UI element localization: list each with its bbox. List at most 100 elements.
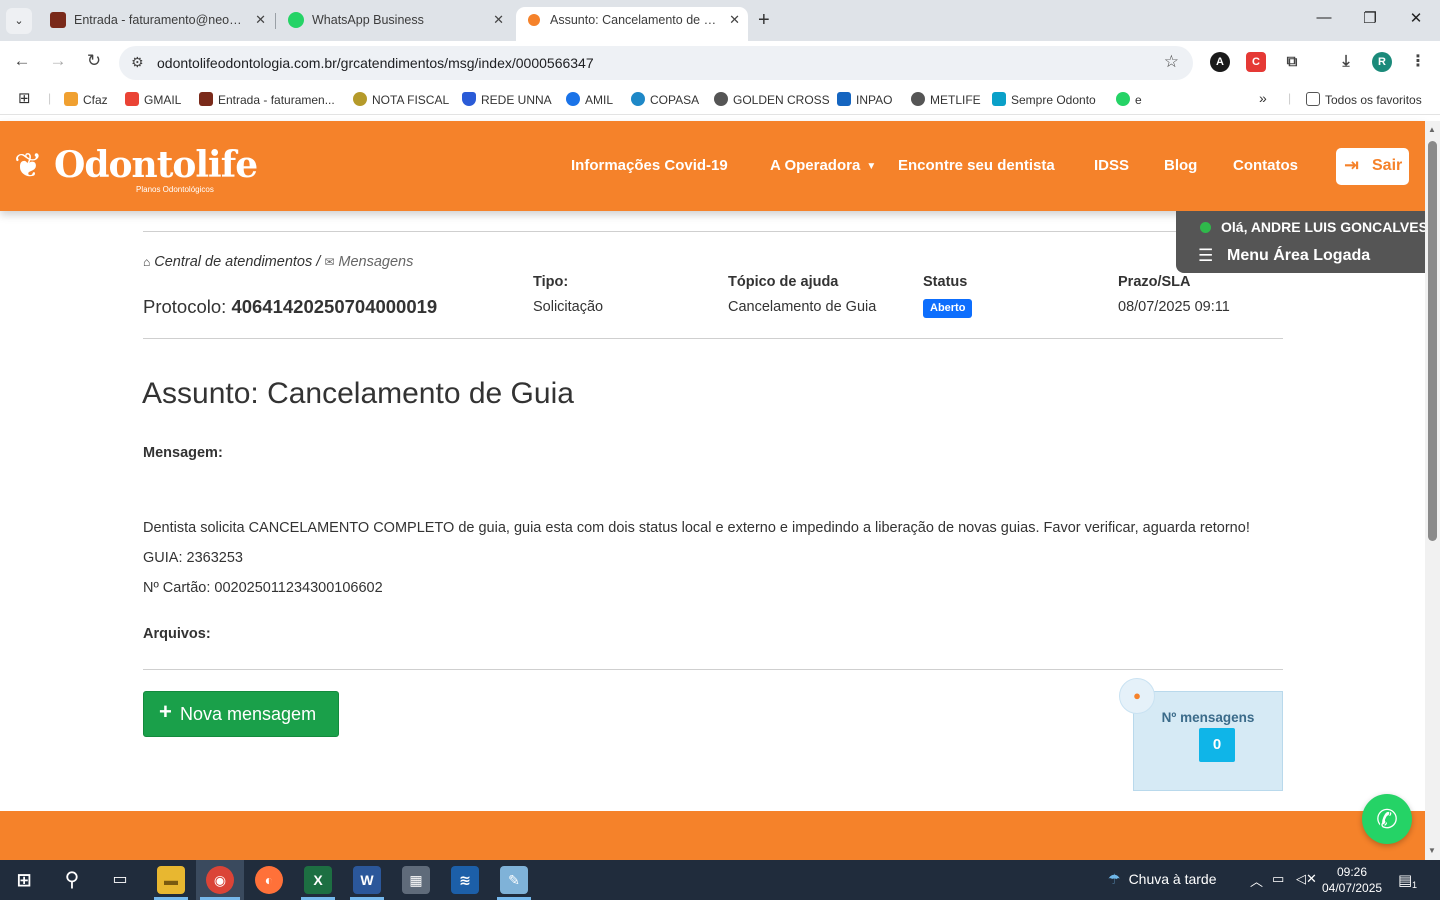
- back-icon[interactable]: ←: [10, 51, 34, 71]
- bookmark-star-icon[interactable]: ☆: [1164, 52, 1179, 72]
- logo-text: Odontolife: [54, 144, 258, 186]
- weather-text: Chuva à tarde: [1128, 871, 1217, 887]
- menu-area-logada[interactable]: Menu Área Logada: [1227, 247, 1370, 265]
- tab-search-icon[interactable]: ⌄: [6, 8, 32, 34]
- nav-covid[interactable]: Informações Covid-19: [571, 157, 728, 174]
- firefox-icon[interactable]: ◐: [255, 866, 283, 894]
- close-tab-icon[interactable]: ✕: [493, 7, 504, 33]
- page-title: Assunto: Cancelamento de Guia: [142, 377, 574, 410]
- bookmark-golden-cross[interactable]: GOLDEN CROSS: [714, 92, 830, 107]
- nav-operadora[interactable]: A Operadora ▼: [770, 157, 876, 174]
- all-bookmarks[interactable]: Todos os favoritos: [1306, 92, 1422, 107]
- bookmark-cfaz[interactable]: Cfaz: [64, 92, 108, 107]
- odontolife-logo[interactable]: ❦ Odontolife Planos Odontológicos: [14, 143, 258, 195]
- breadcrumb: ⌂ Central de atendimentos / ✉ Mensagens: [143, 254, 413, 270]
- nav-contatos[interactable]: Contatos: [1233, 157, 1298, 174]
- arquivos-label: Arquivos:: [143, 626, 211, 642]
- envelope-icon: ✉: [324, 255, 335, 269]
- breadcrumb-current: Mensagens: [338, 254, 414, 270]
- tab-gmail[interactable]: Entrada - faturamento@neorad ✕: [40, 7, 274, 41]
- page-scrollbar[interactable]: ▲ ▼: [1425, 121, 1440, 860]
- tipo-label: Tipo:: [533, 274, 569, 290]
- forward-icon[interactable]: →: [46, 51, 70, 71]
- cfaz-icon: [64, 92, 78, 106]
- bookmark-entrada[interactable]: Entrada - faturamen...: [199, 92, 335, 107]
- windows-taskbar: ⊞ ⚲ ▭ ▬ ◉ ◐ X W ▦ ≋ ✎ ☂ Chuva à tarde ︿ ▭…: [0, 860, 1440, 900]
- bookmark-inpao[interactable]: INPAO: [837, 92, 892, 107]
- profile-avatar[interactable]: R: [1372, 52, 1392, 72]
- nav-blog[interactable]: Blog: [1164, 157, 1197, 174]
- windows-start-icon[interactable]: ⊞: [10, 866, 38, 894]
- bookmark-metlife[interactable]: METLIFE: [911, 92, 981, 107]
- file-explorer-icon[interactable]: ▬: [157, 866, 185, 894]
- status-label: Status: [923, 274, 968, 290]
- bookmark-nota-fiscal[interactable]: NOTA FISCAL: [353, 92, 449, 107]
- message-line: GUIA: 2363253: [143, 550, 243, 566]
- bookmark-amil[interactable]: AMIL: [566, 92, 613, 107]
- more-bookmarks-icon[interactable]: »: [1259, 90, 1267, 106]
- close-tab-icon[interactable]: ✕: [255, 7, 266, 33]
- weather-widget[interactable]: ☂ Chuva à tarde: [1108, 871, 1217, 888]
- message-count-box: Nº mensagens 0: [1133, 691, 1283, 791]
- new-message-label: Nova mensagem: [180, 704, 317, 724]
- whatsapp-icon: [1116, 92, 1130, 106]
- close-tab-icon[interactable]: ✕: [729, 7, 740, 33]
- bookmark-whatsapp[interactable]: e: [1116, 92, 1142, 107]
- clock-time: 09:26: [1336, 865, 1368, 879]
- calculator-icon[interactable]: ▦: [402, 866, 430, 894]
- clock-date: 04/07/2025: [1322, 881, 1383, 895]
- logged-user-menu[interactable]: Olá, ANDRE LUIS GONCALVES ☰ Menu Área Lo…: [1176, 211, 1425, 273]
- user-greeting: Olá, ANDRE LUIS GONCALVES: [1221, 219, 1425, 235]
- bookmark-rede-unna[interactable]: REDE UNNA: [462, 92, 552, 107]
- new-message-button[interactable]: + Nova mensagem: [143, 691, 339, 737]
- search-icon[interactable]: ⚲: [58, 866, 86, 894]
- tab-whatsapp[interactable]: WhatsApp Business ✕: [278, 7, 512, 41]
- nav-idss[interactable]: IDSS: [1094, 157, 1129, 174]
- browser-menu-icon[interactable]: ⋮: [1408, 52, 1428, 72]
- bookmark-sempre-odonto[interactable]: Sempre Odonto: [992, 92, 1096, 107]
- breadcrumb-home[interactable]: Central de atendimentos /: [154, 254, 320, 270]
- volume-muted-icon[interactable]: ◁✕: [1296, 871, 1317, 887]
- tab-separator: [275, 13, 276, 29]
- notifications-icon[interactable]: ▤: [1398, 871, 1412, 889]
- whatsapp-favicon-icon: [288, 12, 304, 28]
- close-window-icon[interactable]: ✕: [1406, 9, 1426, 27]
- address-bar[interactable]: ⚙ odontolifeodontologia.com.br/grcatendi…: [119, 46, 1193, 80]
- logout-button[interactable]: ⇥ Sair: [1336, 148, 1409, 185]
- scroll-down-icon[interactable]: ▼: [1428, 846, 1436, 855]
- downloads-icon[interactable]: ⤓: [1336, 52, 1356, 72]
- url-text[interactable]: odontolifeodontologia.com.br/grcatendime…: [157, 55, 594, 71]
- chat-bubble-icon: ●: [1119, 678, 1155, 714]
- system-clock[interactable]: 09:26 04/07/2025: [1322, 864, 1382, 896]
- tab-title: Assunto: Cancelamento de Guia: [550, 13, 718, 27]
- pdf-extension-icon[interactable]: C: [1246, 52, 1266, 72]
- site-info-icon[interactable]: ⚙: [131, 54, 144, 71]
- extension-icon[interactable]: A: [1210, 52, 1230, 72]
- apps-grid-icon[interactable]: ⊞: [18, 89, 31, 107]
- message-count-label: Nº mensagens: [1161, 710, 1255, 725]
- network-app-icon[interactable]: ≋: [451, 866, 479, 894]
- task-view-icon[interactable]: ▭: [106, 866, 134, 894]
- scroll-up-icon[interactable]: ▲: [1428, 125, 1436, 134]
- notepad-app-icon[interactable]: ✎: [500, 866, 528, 894]
- bookmark-label: NOTA FISCAL: [372, 93, 450, 107]
- network-icon[interactable]: ▭: [1272, 871, 1284, 887]
- new-tab-icon[interactable]: +: [758, 9, 770, 32]
- bookmark-label: INPAO: [856, 93, 893, 107]
- reload-icon[interactable]: ↻: [82, 51, 106, 71]
- whatsapp-float-icon[interactable]: ✆: [1362, 794, 1412, 844]
- nav-encontre-dentista[interactable]: Encontre seu dentista: [898, 157, 1055, 174]
- tray-chevron-icon[interactable]: ︿: [1250, 871, 1263, 890]
- globe-icon: [911, 92, 925, 106]
- chrome-icon[interactable]: ◉: [206, 866, 234, 894]
- extensions-puzzle-icon[interactable]: ⧉: [1282, 52, 1302, 72]
- scrollbar-thumb[interactable]: [1428, 141, 1437, 541]
- tab-active-ticket[interactable]: Assunto: Cancelamento de Guia ✕: [516, 7, 748, 41]
- bookmark-gmail[interactable]: GMAIL: [125, 92, 181, 107]
- bookmark-copasa[interactable]: COPASA: [631, 92, 699, 107]
- minimize-icon[interactable]: —: [1314, 9, 1334, 26]
- restore-icon[interactable]: ❐: [1360, 9, 1380, 27]
- bookmark-label: Entrada - faturamen...: [218, 93, 335, 107]
- word-icon[interactable]: W: [353, 866, 381, 894]
- excel-icon[interactable]: X: [304, 866, 332, 894]
